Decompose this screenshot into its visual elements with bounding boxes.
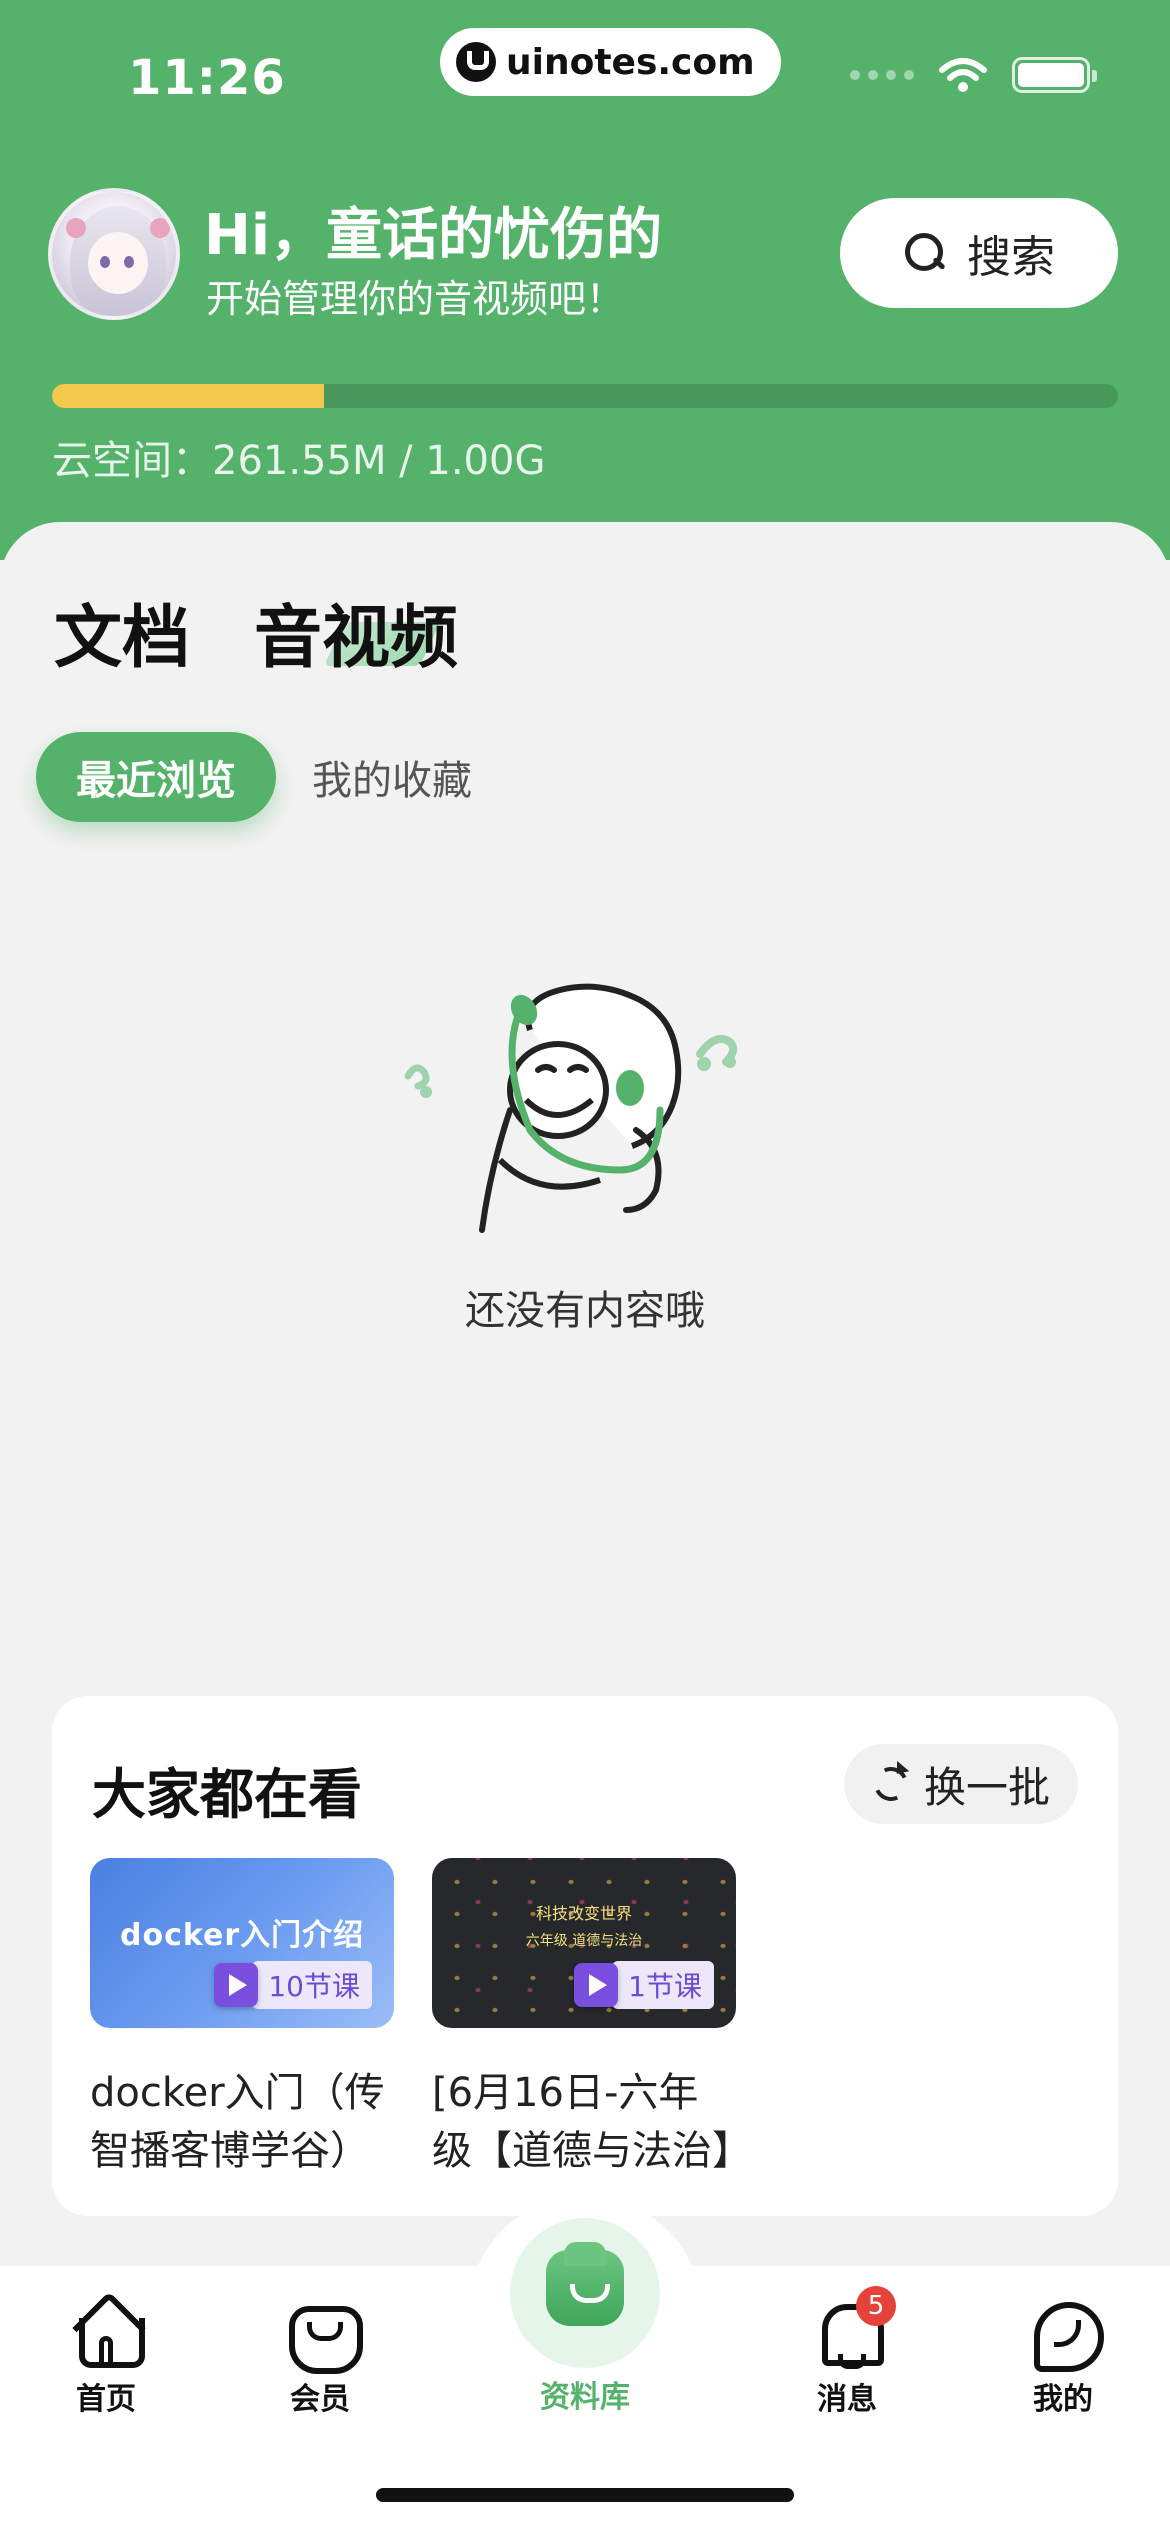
library-icon	[546, 2242, 624, 2326]
tab-profile[interactable]: 我的	[993, 2296, 1133, 2418]
thumbnail-title: 科技改变世界	[535, 1904, 632, 1923]
vip-icon	[285, 2296, 363, 2374]
tab-messages-label: 消息	[817, 2382, 877, 2417]
course-name: [6月16日-六年级【道德与法治】	[432, 2070, 736, 2174]
storage-progress-fill	[52, 384, 324, 408]
home-indicator	[376, 2488, 794, 2502]
course-card[interactable]: docker入门介绍 10节课 docker入门（传智播客博学谷）	[90, 1858, 394, 2180]
tab-library[interactable]	[510, 2218, 660, 2368]
bell-icon: 5	[812, 2286, 896, 2369]
storage-progress-bar	[52, 384, 1118, 408]
subtab-recent[interactable]: 最近浏览	[36, 732, 276, 822]
url-pill: uinotes.com	[440, 28, 781, 96]
url-text: uinotes.com	[506, 41, 755, 83]
course-thumbnail: 科技改变世界 六年级 道德与法治 1节课	[432, 1858, 736, 2028]
avatar[interactable]	[48, 188, 180, 320]
subgreeting: 开始管理你的音视频吧！	[206, 277, 625, 321]
signal-icon	[850, 70, 914, 80]
header: 11:26 uinotes.com Hi，童话的忧伤的 开始管理你的音视频吧！ …	[0, 0, 1170, 560]
empty-state-text: 还没有内容哦	[465, 1288, 705, 1334]
play-icon	[574, 1963, 619, 2007]
lesson-count-badge: 10节课	[214, 1961, 372, 2009]
search-label: 搜索	[967, 232, 1055, 283]
home-icon	[71, 2296, 145, 2368]
battery-icon	[1012, 57, 1097, 93]
storage-text: 云空间：261.55M / 1.00G	[52, 438, 546, 484]
subtab-favorites[interactable]: 我的收藏	[312, 732, 472, 822]
tab-profile-label: 我的	[1033, 2382, 1093, 2417]
course-card[interactable]: 科技改变世界 六年级 道德与法治 1节课 [6月16日-六年级【道德与法治】	[432, 1858, 736, 2180]
thumbnail-subtitle: 六年级 道德与法治	[525, 1933, 643, 1949]
search-icon	[903, 231, 947, 275]
site-logo-icon	[456, 42, 496, 82]
refresh-label: 换一批	[923, 1762, 1050, 1812]
tab-audio-video[interactable]: 音视频	[254, 582, 458, 681]
search-button[interactable]: 搜索	[840, 198, 1118, 308]
greeting: Hi，童话的忧伤的	[204, 203, 663, 268]
lesson-count-badge: 1节课	[574, 1961, 714, 2009]
tab-documents[interactable]: 文档	[54, 582, 190, 681]
notification-badge: 5	[856, 2286, 896, 2326]
popular-card: 大家都在看 换一批 docker入门介绍 10节课 docker入门（传智播客博…	[52, 1696, 1118, 2216]
profile-icon	[1028, 2296, 1104, 2372]
popular-title: 大家都在看	[92, 1763, 362, 1826]
status-time: 11:26	[128, 50, 286, 106]
refresh-button[interactable]: 换一批	[844, 1744, 1078, 1824]
course-thumbnail: docker入门介绍 10节课	[90, 1858, 394, 2028]
status-icons	[850, 56, 1097, 94]
refresh-icon	[872, 1765, 910, 1803]
lesson-count: 1节课	[612, 1961, 714, 2009]
wifi-icon	[939, 58, 987, 92]
play-icon	[214, 1963, 259, 2007]
lesson-count: 10节课	[252, 1961, 372, 2009]
lion-headphones-illustration	[404, 983, 738, 1233]
course-name: docker入门（传智播客博学谷）	[90, 2070, 385, 2174]
tab-messages[interactable]: 5 消息	[777, 2286, 917, 2418]
thumbnail-title: docker入门介绍	[120, 1918, 365, 1953]
